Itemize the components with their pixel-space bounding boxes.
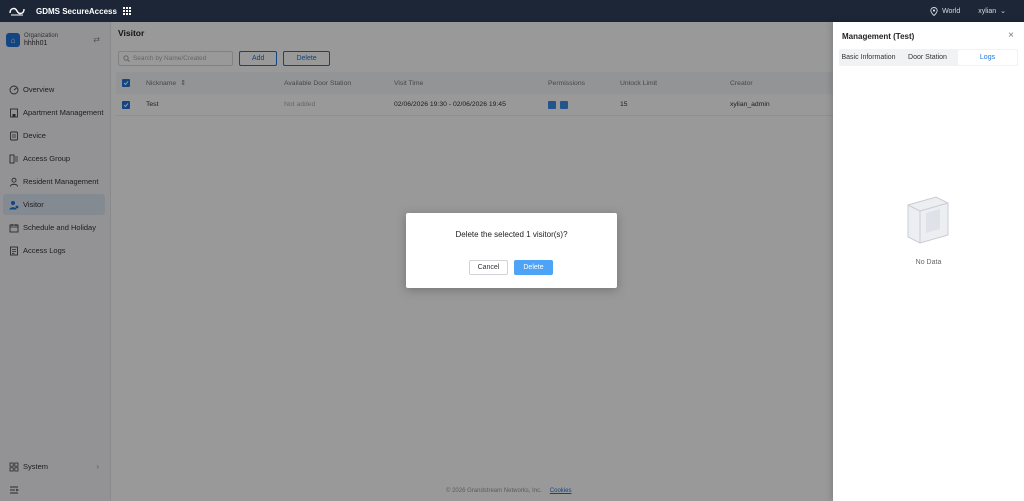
tab-basic-information[interactable]: Basic Information [839, 50, 898, 65]
top-bar: GDMS SecureAccess World xylian ⌄ [0, 0, 1024, 22]
tab-door-station[interactable]: Door Station [898, 50, 957, 65]
user-menu[interactable]: xylian ⌄ [978, 7, 1006, 16]
gdms-logo-icon[interactable] [8, 5, 26, 17]
drawer-tabs: Basic Information Door Station Logs [839, 49, 1018, 66]
user-name: xylian [978, 7, 997, 15]
app-title: GDMS SecureAccess [36, 6, 117, 16]
close-icon[interactable]: × [1008, 30, 1014, 41]
region-label: World [942, 7, 961, 15]
confirm-delete-dialog: Delete the selected 1 visitor(s)? Cancel… [406, 213, 617, 288]
region-selector[interactable]: World [930, 6, 961, 16]
dialog-actions: Cancel Delete [469, 260, 553, 275]
dialog-message: Delete the selected 1 visitor(s)? [455, 230, 568, 239]
apps-grid-icon[interactable] [122, 7, 131, 15]
chevron-down-icon: ⌄ [1000, 8, 1006, 15]
cancel-button[interactable]: Cancel [469, 260, 508, 275]
tab-logs[interactable]: Logs [958, 50, 1017, 65]
location-pin-icon [930, 6, 938, 16]
empty-state-text: No Data [915, 259, 942, 266]
confirm-delete-button[interactable]: Delete [514, 260, 553, 275]
empty-box-icon [907, 196, 949, 244]
drawer-title: Management (Test) [842, 32, 915, 41]
management-drawer: Management (Test) × Basic Information Do… [833, 22, 1024, 501]
